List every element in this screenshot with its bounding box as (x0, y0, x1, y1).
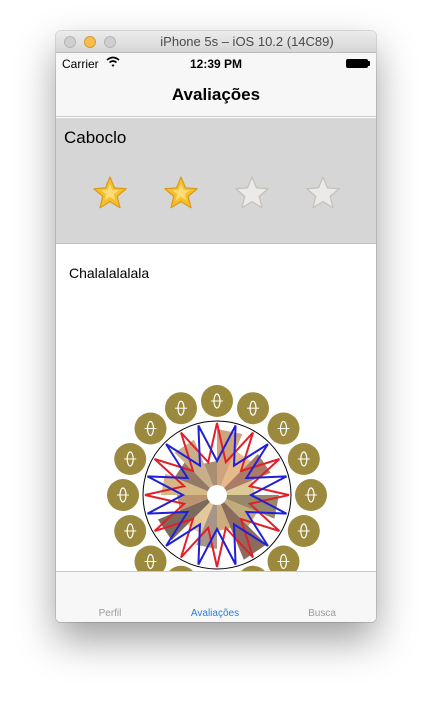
star-empty-icon-4[interactable] (304, 174, 342, 212)
star-empty-icon-3[interactable] (233, 174, 271, 212)
rating-card: Caboclo (56, 118, 376, 244)
navigation-bar: Avaliações (56, 73, 376, 117)
rated-entity-name: Caboclo (64, 128, 127, 147)
minimize-window-button[interactable] (84, 36, 96, 48)
window-titlebar: iPhone 5s – iOS 10.2 (14C89) (56, 31, 376, 53)
page-title: Avaliações (171, 85, 261, 104)
status-bar: Carrier 12:39 PM (56, 53, 376, 73)
battery-tip (368, 61, 370, 66)
window-title: iPhone 5s – iOS 10.2 (14C89) (160, 34, 334, 49)
battery-icon (346, 59, 368, 68)
medallion (134, 545, 167, 571)
simulator-window: iPhone 5s – iOS 10.2 (14C89) Carrier 12:… (56, 31, 376, 622)
emblem-icon (107, 385, 327, 571)
star-filled-icon-1[interactable] (91, 174, 129, 212)
emblem-center (207, 485, 227, 505)
status-time: 12:39 PM (189, 57, 243, 71)
tab-perfil[interactable]: Perfil (70, 608, 150, 619)
tab-avaliacoes[interactable]: Avaliações (175, 608, 255, 619)
phone-screen: Carrier 12:39 PM Avaliações Caboclo Chal… (56, 53, 376, 622)
star-filled-icon-2[interactable] (162, 174, 200, 212)
zoom-window-button[interactable] (104, 36, 116, 48)
tab-bar: Perfil Avaliações Busca (56, 571, 376, 622)
review-comment: Chalalalalala (69, 265, 150, 281)
close-window-button[interactable] (64, 36, 76, 48)
star-rating[interactable] (56, 174, 376, 214)
medallion (267, 545, 300, 571)
tab-busca[interactable]: Busca (282, 608, 362, 619)
